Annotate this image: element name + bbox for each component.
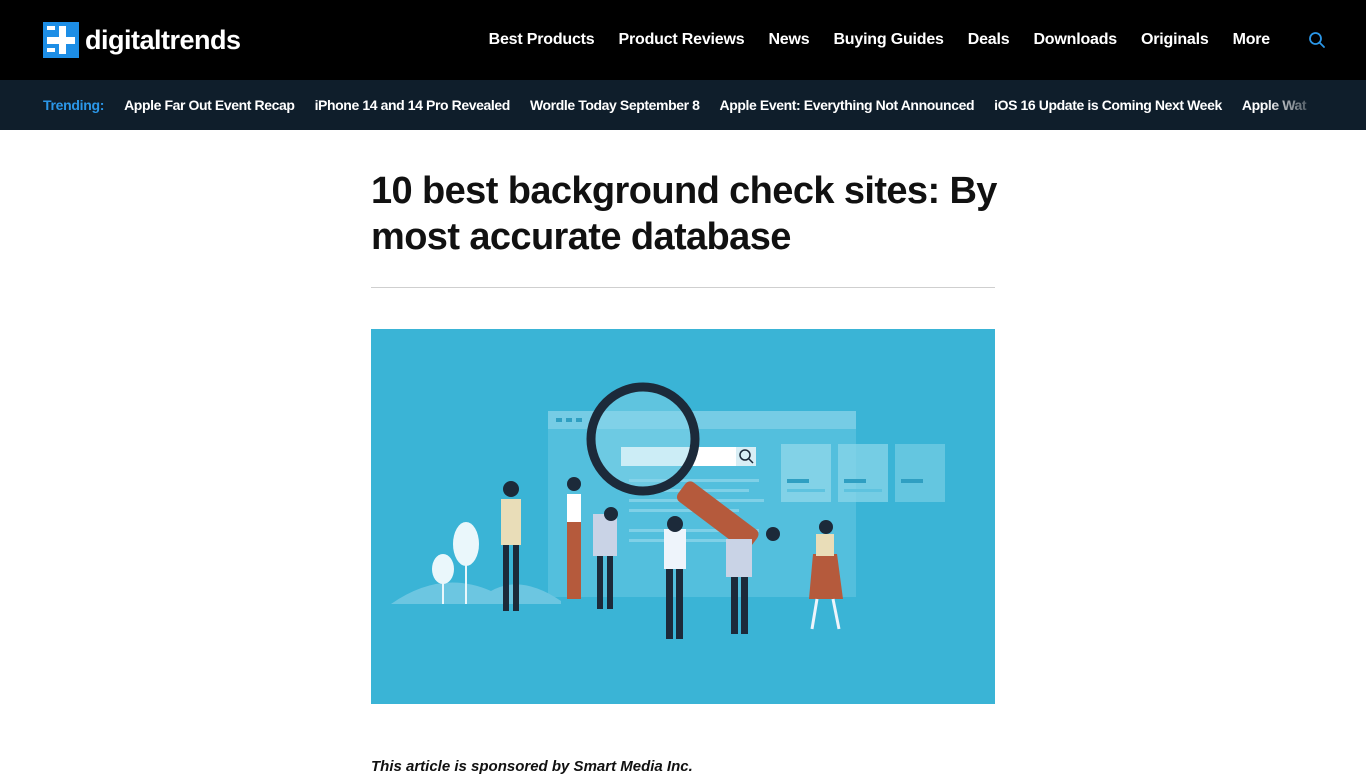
nav-originals[interactable]: Originals bbox=[1141, 31, 1209, 49]
trending-item[interactable]: Apple Event: Everything Not Announced bbox=[720, 97, 975, 113]
trending-bar: Trending: Apple Far Out Event Recap iPho… bbox=[0, 80, 1366, 130]
search-icon[interactable] bbox=[1308, 31, 1326, 49]
sponsor-byline: This article is sponsored by Smart Media… bbox=[371, 758, 693, 775]
hero-image bbox=[371, 329, 995, 704]
site-header: digitaltrends Best Products Product Revi… bbox=[0, 0, 1366, 80]
trending-item[interactable]: Apple Far Out Event Recap bbox=[124, 97, 295, 113]
nav-more[interactable]: More bbox=[1233, 31, 1271, 49]
nav-buying-guides[interactable]: Buying Guides bbox=[833, 31, 944, 49]
nav-deals[interactable]: Deals bbox=[968, 31, 1010, 49]
trending-item[interactable]: iPhone 14 and 14 Pro Revealed bbox=[315, 97, 511, 113]
site-logo[interactable]: digitaltrends bbox=[43, 22, 241, 58]
trending-item[interactable]: iOS 16 Update is Coming Next Week bbox=[994, 97, 1222, 113]
logo-plus-icon bbox=[43, 22, 79, 58]
nav-best-products[interactable]: Best Products bbox=[489, 31, 595, 49]
trending-item[interactable]: Apple Wat bbox=[1242, 97, 1307, 113]
trending-item[interactable]: Wordle Today September 8 bbox=[530, 97, 700, 113]
nav-product-reviews[interactable]: Product Reviews bbox=[619, 31, 745, 49]
trending-label: Trending: bbox=[43, 97, 105, 113]
logo-text: digitaltrends bbox=[85, 24, 241, 55]
nav-downloads[interactable]: Downloads bbox=[1033, 31, 1117, 49]
article-title: 10 best background check sites: By most … bbox=[371, 170, 997, 258]
nav-news[interactable]: News bbox=[768, 31, 809, 49]
main-nav: Best Products Product Reviews News Buyin… bbox=[489, 0, 1271, 80]
title-divider bbox=[371, 287, 995, 288]
